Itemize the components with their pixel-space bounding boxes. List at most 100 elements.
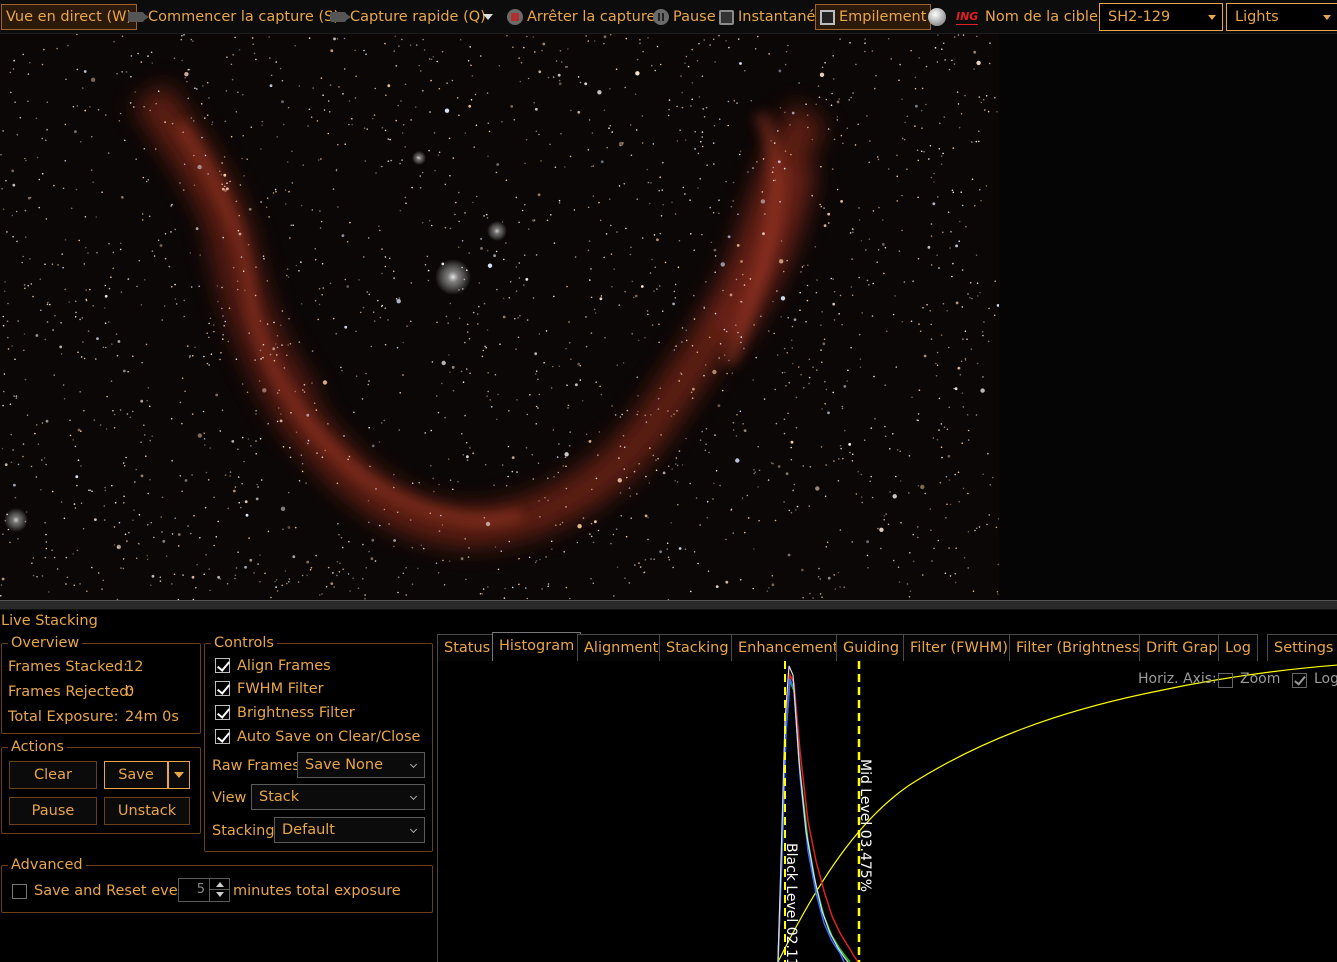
- tab-status[interactable]: Status: [437, 634, 498, 661]
- stepper-down-icon[interactable]: [209, 890, 229, 901]
- minutes-stepper[interactable]: 5: [178, 878, 230, 902]
- star: [248, 537, 250, 539]
- star: [565, 465, 567, 468]
- tab-settings[interactable]: Settings: [1267, 634, 1337, 661]
- star: [587, 249, 590, 252]
- star: [41, 172, 44, 175]
- star: [63, 517, 66, 520]
- stacking-button[interactable]: Empilement: [815, 4, 932, 30]
- star: [460, 557, 464, 561]
- tab-alignment[interactable]: Alignment: [577, 634, 666, 661]
- preview-ball-button[interactable]: [928, 4, 950, 30]
- star: [223, 173, 227, 177]
- tab-filter-fwhm[interactable]: Filter (FWHM): [903, 634, 1015, 661]
- stacked-image-view[interactable]: [0, 34, 999, 600]
- star: [930, 176, 933, 179]
- frame-type-select[interactable]: Lights: [1226, 3, 1337, 31]
- star: [650, 558, 652, 560]
- star: [74, 316, 77, 318]
- star: [321, 262, 324, 265]
- clear-button[interactable]: Clear: [9, 761, 97, 789]
- stacking-icon: [820, 9, 835, 25]
- star: [276, 334, 279, 337]
- star: [77, 428, 81, 432]
- quick-capture-dropdown[interactable]: [483, 4, 493, 30]
- panel-splitter[interactable]: [0, 600, 1337, 610]
- star: [713, 482, 715, 485]
- save-button[interactable]: Save: [104, 761, 168, 789]
- log-checkbox[interactable]: [1292, 673, 1307, 688]
- star: [377, 299, 379, 302]
- star: [419, 70, 422, 72]
- star: [65, 556, 68, 559]
- star: [2, 130, 4, 132]
- star: [820, 165, 822, 168]
- star: [918, 389, 921, 392]
- star: [35, 117, 38, 120]
- star: [678, 547, 682, 550]
- star: [791, 347, 794, 349]
- unstack-button[interactable]: Unstack: [104, 797, 190, 825]
- histogram-view[interactable]: Black Level 02.11% Mid Level 03.475% Hor…: [437, 661, 1337, 962]
- star: [680, 75, 682, 77]
- stop-capture-button[interactable]: Arrêter la capture: [507, 4, 655, 30]
- star: [182, 189, 185, 191]
- star: [483, 302, 486, 305]
- star: [921, 87, 924, 90]
- star: [772, 179, 775, 182]
- star: [246, 158, 248, 160]
- star: [949, 247, 951, 249]
- tab-histogram[interactable]: Histogram: [492, 632, 582, 661]
- star: [306, 560, 310, 564]
- overview-group: Overview Frames Stacked: 12 Frames Rejec…: [1, 633, 201, 734]
- star: [859, 358, 862, 360]
- live-view-button[interactable]: Vue en direct (W): [1, 4, 138, 30]
- star: [161, 496, 164, 499]
- quick-capture-button[interactable]: Capture rapide (Q): [330, 4, 486, 30]
- star: [73, 584, 76, 586]
- star: [691, 344, 694, 347]
- tab-log[interactable]: Log: [1218, 634, 1258, 661]
- save-options-button[interactable]: [168, 761, 190, 789]
- brightness-filter-checkbox[interactable]: [215, 705, 230, 720]
- star: [182, 574, 184, 576]
- start-capture-button[interactable]: Commencer la capture (S): [128, 4, 339, 30]
- fwhm-filter-checkbox[interactable]: [215, 681, 230, 696]
- stacking-mode-select[interactable]: Default: [274, 817, 425, 843]
- image-settings-button[interactable]: ING: [956, 4, 982, 30]
- star: [32, 574, 35, 577]
- star: [92, 181, 94, 183]
- auto-save-checkbox[interactable]: [215, 729, 230, 744]
- star: [760, 199, 766, 204]
- star: [541, 588, 543, 590]
- star: [163, 305, 166, 307]
- tab-stacking[interactable]: Stacking: [659, 634, 736, 661]
- tab-guiding[interactable]: Guiding: [836, 634, 907, 661]
- star: [523, 254, 526, 256]
- raw-frames-select[interactable]: Save None: [297, 752, 425, 778]
- align-frames-checkbox[interactable]: [215, 658, 230, 673]
- star: [657, 397, 660, 400]
- star: [960, 112, 963, 115]
- save-reset-checkbox[interactable]: [12, 884, 27, 899]
- star: [294, 390, 297, 393]
- snapshot-button[interactable]: Instantané: [719, 4, 815, 30]
- tab-enhancement[interactable]: Enhancement: [731, 634, 846, 661]
- star: [509, 280, 512, 283]
- tab-filter-brightness[interactable]: Filter (Brightness): [1009, 634, 1153, 661]
- zoom-checkbox[interactable]: [1218, 673, 1233, 688]
- fwhm-filter-label: FWHM Filter: [237, 681, 324, 697]
- star: [558, 202, 561, 204]
- star: [827, 411, 830, 415]
- star: [554, 166, 557, 168]
- stepper-up-icon[interactable]: [209, 879, 229, 890]
- view-select[interactable]: Stack: [251, 784, 425, 810]
- target-name-select[interactable]: SH2-129: [1099, 3, 1223, 31]
- star: [887, 168, 890, 170]
- star: [402, 124, 405, 126]
- pause-stacking-button[interactable]: Pause: [9, 797, 97, 825]
- star: [467, 556, 470, 558]
- pause-button[interactable]: Pause: [653, 4, 716, 30]
- star: [901, 137, 904, 140]
- star: [967, 293, 969, 295]
